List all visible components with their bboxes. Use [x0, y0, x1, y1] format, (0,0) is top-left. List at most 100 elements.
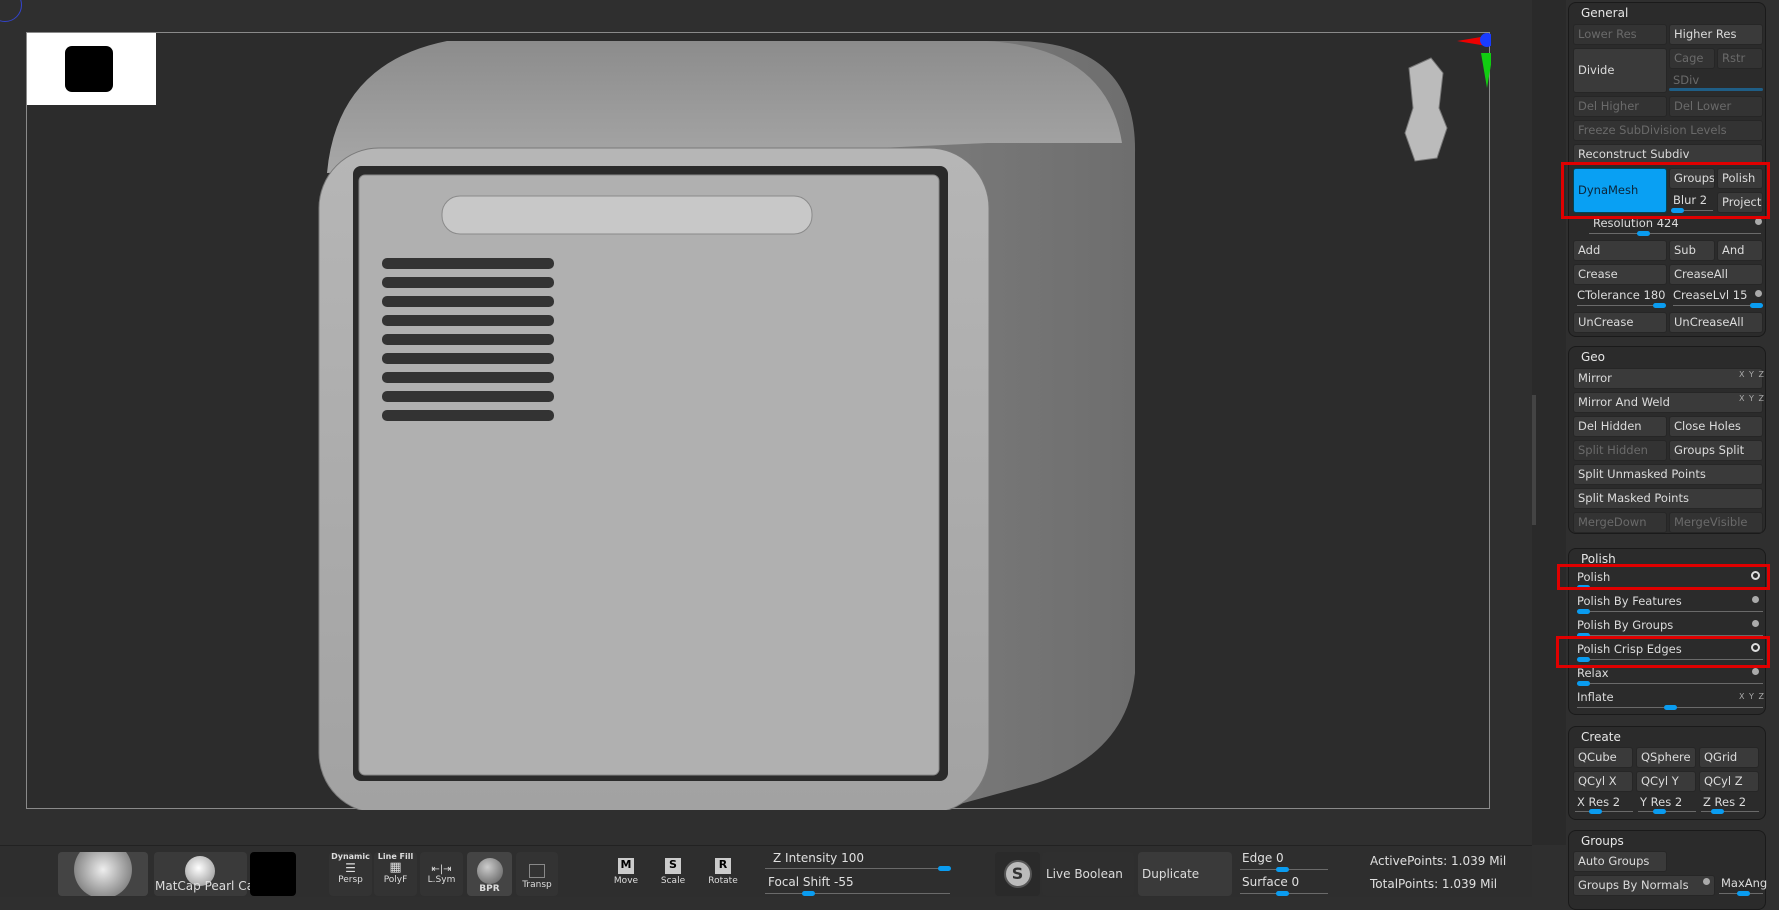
del-higher-button[interactable]: Del Higher — [1573, 96, 1667, 117]
ctolerance-slider[interactable] — [1577, 305, 1665, 306]
relax-toggle-icon[interactable] — [1752, 668, 1759, 675]
del-lower-button[interactable]: Del Lower — [1669, 96, 1763, 117]
slider-knob[interactable] — [1577, 609, 1590, 614]
auto-groups-button[interactable]: Auto Groups — [1573, 851, 1667, 872]
close-holes-button[interactable]: Close Holes — [1669, 416, 1763, 437]
polish-by-features-slider[interactable] — [1577, 611, 1763, 612]
split-hidden-button[interactable]: Split Hidden — [1573, 440, 1667, 461]
del-hidden-button[interactable]: Del Hidden — [1573, 416, 1667, 437]
polish-by-features-toggle-icon[interactable] — [1752, 596, 1759, 603]
slider-knob[interactable] — [1664, 705, 1677, 710]
uncreaseall-button[interactable]: UnCreaseAll — [1669, 312, 1763, 333]
slider-knob[interactable] — [1276, 867, 1289, 872]
3d-model-box — [318, 41, 1136, 814]
color-swatch[interactable] — [250, 852, 296, 896]
split-unmasked-points-button[interactable]: Split Unmasked Points — [1573, 464, 1763, 485]
slider-knob[interactable] — [802, 891, 815, 896]
rotate-button[interactable]: R Rotate — [704, 852, 742, 896]
split-masked-points-button[interactable]: Split Masked Points — [1573, 488, 1763, 509]
rstr-button[interactable]: Rstr — [1717, 48, 1763, 69]
and-button[interactable]: And — [1717, 240, 1763, 261]
focal-shift-label: Focal Shift -55 — [768, 875, 854, 889]
qcyl-z-button[interactable]: QCyl Z — [1699, 771, 1759, 792]
slider-knob[interactable] — [1577, 681, 1590, 686]
z-res-slider[interactable] — [1701, 811, 1759, 812]
thumbnail-view — [27, 33, 156, 105]
freeze-subdivision-button[interactable]: Freeze SubDivision Levels — [1573, 120, 1763, 141]
groups-split-button[interactable]: Groups Split — [1669, 440, 1763, 461]
scale-button[interactable]: S Scale — [655, 852, 691, 896]
scale-icon: S — [665, 858, 681, 874]
sub-button[interactable]: Sub — [1669, 240, 1715, 261]
lower-res-button[interactable]: Lower Res — [1573, 24, 1667, 45]
slider-knob[interactable] — [1750, 303, 1763, 308]
material-selector[interactable]: MatCap Pearl Ca — [154, 852, 254, 896]
mirror-weld-axis-selector[interactable]: X Y Z — [1739, 394, 1765, 403]
duplicate-button[interactable]: Duplicate — [1138, 852, 1232, 896]
transp-label: Transp — [522, 880, 552, 890]
rotate-icon: R — [715, 858, 731, 874]
sculptris-s-icon: S — [1003, 860, 1032, 888]
x-res-label: X Res 2 — [1577, 795, 1621, 809]
sculptris-pro-button[interactable]: S — [995, 852, 1040, 896]
add-button[interactable]: Add — [1573, 240, 1667, 261]
vent-slats — [382, 258, 554, 421]
mirror-and-weld-button[interactable]: Mirror And Weld — [1573, 392, 1763, 413]
y-res-slider[interactable] — [1638, 811, 1696, 812]
qcube-button[interactable]: QCube — [1573, 747, 1633, 768]
orientation-gizmo-icon[interactable] — [1387, 33, 1491, 163]
cage-button[interactable]: Cage — [1669, 48, 1715, 69]
resolution-slider[interactable] — [1589, 233, 1761, 234]
slider-knob[interactable] — [1276, 891, 1289, 896]
qsphere-button[interactable]: QSphere — [1636, 747, 1696, 768]
higher-res-button[interactable]: Higher Res — [1669, 24, 1763, 45]
slider-knob[interactable] — [1637, 231, 1650, 236]
viewport-canvas[interactable] — [26, 32, 1491, 814]
edge-label: Edge 0 — [1242, 851, 1284, 865]
slider-knob[interactable] — [1653, 303, 1666, 308]
polish-by-groups-toggle-icon[interactable] — [1752, 620, 1759, 627]
highlight-box-polish — [1557, 564, 1770, 590]
lsym-button[interactable]: ⇤|⇥ L.Sym — [420, 852, 463, 896]
tray-collapse-handle[interactable] — [1532, 395, 1536, 525]
mirror-button[interactable]: Mirror — [1573, 368, 1763, 389]
slider-knob[interactable] — [1653, 809, 1666, 814]
grid-icon: ▦ — [389, 860, 402, 875]
z-intensity-slider[interactable] — [765, 868, 950, 869]
sdiv-slider[interactable] — [1669, 88, 1763, 91]
crease-button[interactable]: Crease — [1573, 264, 1667, 285]
groups-by-normals-toggle-icon[interactable] — [1703, 878, 1710, 885]
qcyl-y-button[interactable]: QCyl Y — [1636, 771, 1696, 792]
groups-by-normals-button[interactable]: Groups By Normals — [1573, 875, 1715, 896]
polyf-button[interactable]: Line Fill ▦ PolyF — [374, 852, 417, 896]
live-boolean-button[interactable]: Live Boolean — [1042, 852, 1134, 896]
focal-shift-slider[interactable] — [765, 893, 950, 894]
uncrease-button[interactable]: UnCrease — [1573, 312, 1667, 333]
bpr-button[interactable]: BPR — [467, 852, 512, 896]
x-res-slider[interactable] — [1575, 811, 1633, 812]
qgrid-button[interactable]: QGrid — [1699, 747, 1759, 768]
merge-visible-button[interactable]: MergeVisible — [1669, 512, 1763, 533]
inflate-axis-selector[interactable]: X Y Z — [1739, 692, 1765, 701]
polyf-label: PolyF — [383, 875, 408, 885]
creaselvl-options-icon[interactable] — [1755, 290, 1762, 297]
resolution-options-icon[interactable] — [1755, 218, 1762, 225]
rotate-label: Rotate — [708, 876, 738, 886]
slider-knob[interactable] — [1737, 891, 1750, 896]
mirror-axis-selector[interactable]: X Y Z — [1739, 370, 1765, 379]
persp-button[interactable]: Dynamic ☰ Persp — [329, 852, 372, 896]
merge-down-button[interactable]: MergeDown — [1573, 512, 1667, 533]
persp-label: Persp — [338, 875, 363, 885]
qcyl-x-button[interactable]: QCyl X — [1573, 771, 1633, 792]
panel-title: Create — [1581, 730, 1621, 744]
move-button[interactable]: M Move — [608, 852, 644, 896]
divide-button[interactable]: Divide — [1573, 48, 1667, 93]
relax-slider[interactable] — [1577, 683, 1763, 684]
transp-button[interactable]: Transp — [516, 852, 558, 896]
slider-knob[interactable] — [1711, 809, 1724, 814]
material-label: MatCap Pearl Ca — [155, 879, 254, 893]
brush-sphere-icon[interactable] — [58, 852, 148, 896]
creaseall-button[interactable]: CreaseAll — [1669, 264, 1763, 285]
slider-knob[interactable] — [938, 866, 951, 871]
slider-knob[interactable] — [1589, 809, 1602, 814]
